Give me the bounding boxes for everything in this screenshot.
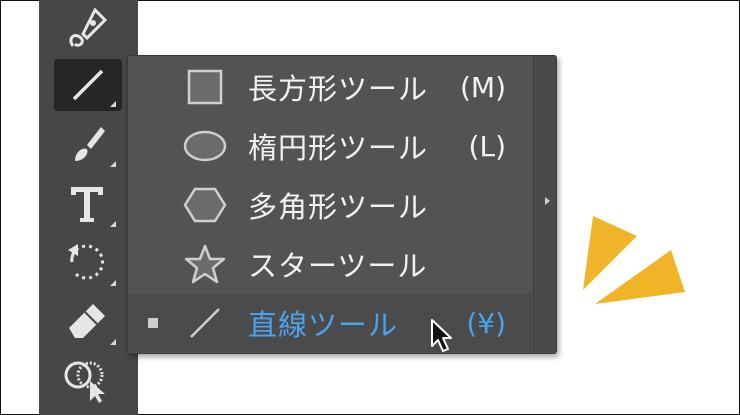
menu-item-label: 楕円形ツール [248, 131, 429, 165]
shortcut-key: (M) [459, 70, 506, 104]
shortcut-key: (L) [468, 129, 506, 163]
flyout-indicator [110, 221, 116, 227]
selection-bullet [148, 141, 158, 151]
menu-item-label: 多角形ツール [248, 190, 429, 224]
menu-item-label: 長方形ツール [248, 72, 429, 106]
menu-item-line-segment-tool[interactable]: 直線ツール (¥) [128, 294, 532, 352]
line-icon [182, 303, 228, 343]
chevron-right-icon [545, 197, 550, 205]
shape-builder-icon [62, 357, 112, 403]
paintbrush-tool-button[interactable] [52, 117, 122, 171]
rectangle-icon [182, 67, 228, 107]
flyout-indicator [110, 280, 116, 286]
shape-tools-flyout-menu: 長方形ツール (M) 楕円形ツール (L) 多角形ツール スターツール 直線ツー… [127, 55, 557, 354]
menu-item-rectangle-tool[interactable]: 長方形ツール (M) [128, 58, 532, 116]
selection-bullet [148, 259, 158, 269]
flyout-indicator [110, 161, 116, 167]
ellipse-icon [182, 126, 228, 166]
line-icon [68, 65, 108, 105]
accent-burst-decoration [575, 210, 695, 314]
rotate-icon [64, 240, 110, 286]
pen-tool-button[interactable] [52, 0, 122, 54]
polygon-icon [182, 185, 228, 225]
tools-panel [39, 0, 138, 415]
rotate-tool-button[interactable] [52, 236, 122, 290]
pen-nib-icon [65, 4, 109, 50]
shape-builder-tool-button[interactable] [52, 353, 122, 407]
selection-bullet [148, 318, 158, 328]
flyout-side-strip[interactable] [533, 56, 556, 353]
eraser-icon [65, 302, 109, 342]
star-icon [182, 244, 228, 284]
menu-item-star-tool[interactable]: スターツール [128, 235, 532, 293]
selection-bullet [148, 200, 158, 210]
type-t-icon [67, 183, 107, 225]
flyout-indicator [110, 101, 116, 107]
shortcut-key: (¥) [466, 306, 506, 340]
line-segment-tool-button[interactable] [54, 59, 122, 111]
menu-item-ellipse-tool[interactable]: 楕円形ツール (L) [128, 117, 532, 175]
type-tool-button[interactable] [52, 177, 122, 231]
menu-item-label: スターツール [248, 249, 428, 283]
brush-icon [67, 123, 107, 165]
flyout-indicator [110, 339, 116, 345]
mouse-pointer-icon [430, 318, 456, 358]
eraser-tool-button[interactable] [52, 295, 122, 349]
menu-item-polygon-tool[interactable]: 多角形ツール [128, 176, 532, 234]
selection-bullet [148, 82, 158, 92]
